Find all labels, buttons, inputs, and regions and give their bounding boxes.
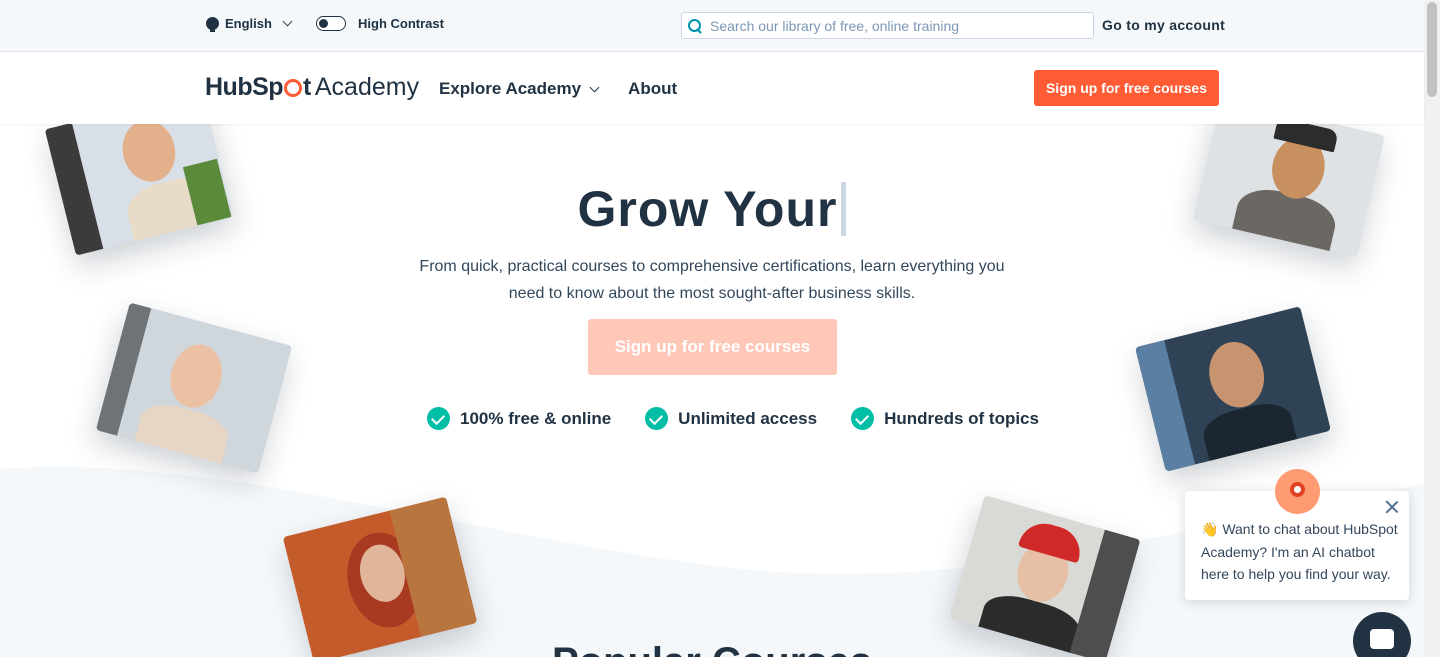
check-icon — [645, 407, 669, 430]
chevron-down-icon — [589, 82, 600, 92]
high-contrast-label: High Contrast — [358, 16, 444, 31]
feature-item: 100% free & online — [427, 407, 611, 430]
nav-explore-label: Explore Academy — [439, 79, 582, 98]
typing-cursor — [841, 181, 847, 236]
high-contrast-toggle[interactable]: High Contrast — [316, 16, 444, 31]
chat-message-text: Want to chat about HubSpot Academy? I'm … — [1201, 521, 1398, 582]
language-label: English — [225, 16, 272, 31]
close-icon[interactable] — [1384, 499, 1400, 515]
feature-list: 100% free & online Unlimited access Hund… — [427, 407, 1039, 430]
hubspot-academy-logo[interactable]: HubSp t Academy — [205, 73, 419, 102]
go-to-account-link[interactable]: Go to my account — [1102, 17, 1225, 33]
scrollbar-thumb[interactable] — [1427, 2, 1437, 97]
globe-icon — [206, 17, 219, 32]
feature-label: Hundreds of topics — [884, 408, 1039, 428]
page-scrollbar[interactable] — [1424, 0, 1440, 657]
chat-icon — [1370, 629, 1394, 649]
check-icon — [851, 407, 875, 430]
hero-subtitle: From quick, practical courses to compreh… — [419, 258, 1005, 302]
chat-message: 👋 Want to chat about HubSpot Academy? I'… — [1201, 518, 1401, 586]
main-header: HubSp t Academy Explore Academy About Sig… — [0, 53, 1424, 124]
sprocket-icon — [284, 79, 303, 97]
logo-hubspot: HubSp t — [205, 73, 311, 101]
chevron-down-icon — [282, 16, 293, 27]
nav-about[interactable]: About — [628, 79, 677, 99]
toggle-knob — [319, 18, 328, 28]
header-signup-button[interactable]: Sign up for free courses — [1034, 70, 1219, 106]
feature-label: 100% free & online — [460, 408, 612, 428]
nav-explore-academy[interactable]: Explore Academy — [439, 79, 600, 99]
feature-label: Unlimited access — [678, 408, 818, 428]
feature-item: Unlimited access — [645, 407, 817, 430]
search-box[interactable] — [681, 12, 1094, 39]
main-nav: Explore Academy About — [439, 79, 677, 99]
nav-about-label: About — [628, 79, 678, 98]
wave-emoji: 👋 — [1201, 521, 1219, 537]
language-selector[interactable]: English — [206, 16, 293, 32]
chatbot-eye — [1290, 482, 1305, 497]
search-icon[interactable] — [688, 18, 702, 33]
popular-courses-heading: Popular Courses — [0, 640, 1424, 657]
feature-item: Hundreds of topics — [851, 407, 1039, 430]
hero-signup-button[interactable]: Sign up for free courses — [588, 319, 837, 375]
toggle-switch[interactable] — [316, 16, 346, 31]
hero-title: Grow Your — [0, 180, 1424, 240]
logo-academy: Academy — [314, 73, 420, 101]
search-input[interactable] — [710, 17, 1090, 34]
check-icon — [427, 407, 450, 430]
chatbot-avatar-icon — [1275, 469, 1320, 514]
utility-bar: English High Contrast Go to my account — [0, 0, 1424, 52]
